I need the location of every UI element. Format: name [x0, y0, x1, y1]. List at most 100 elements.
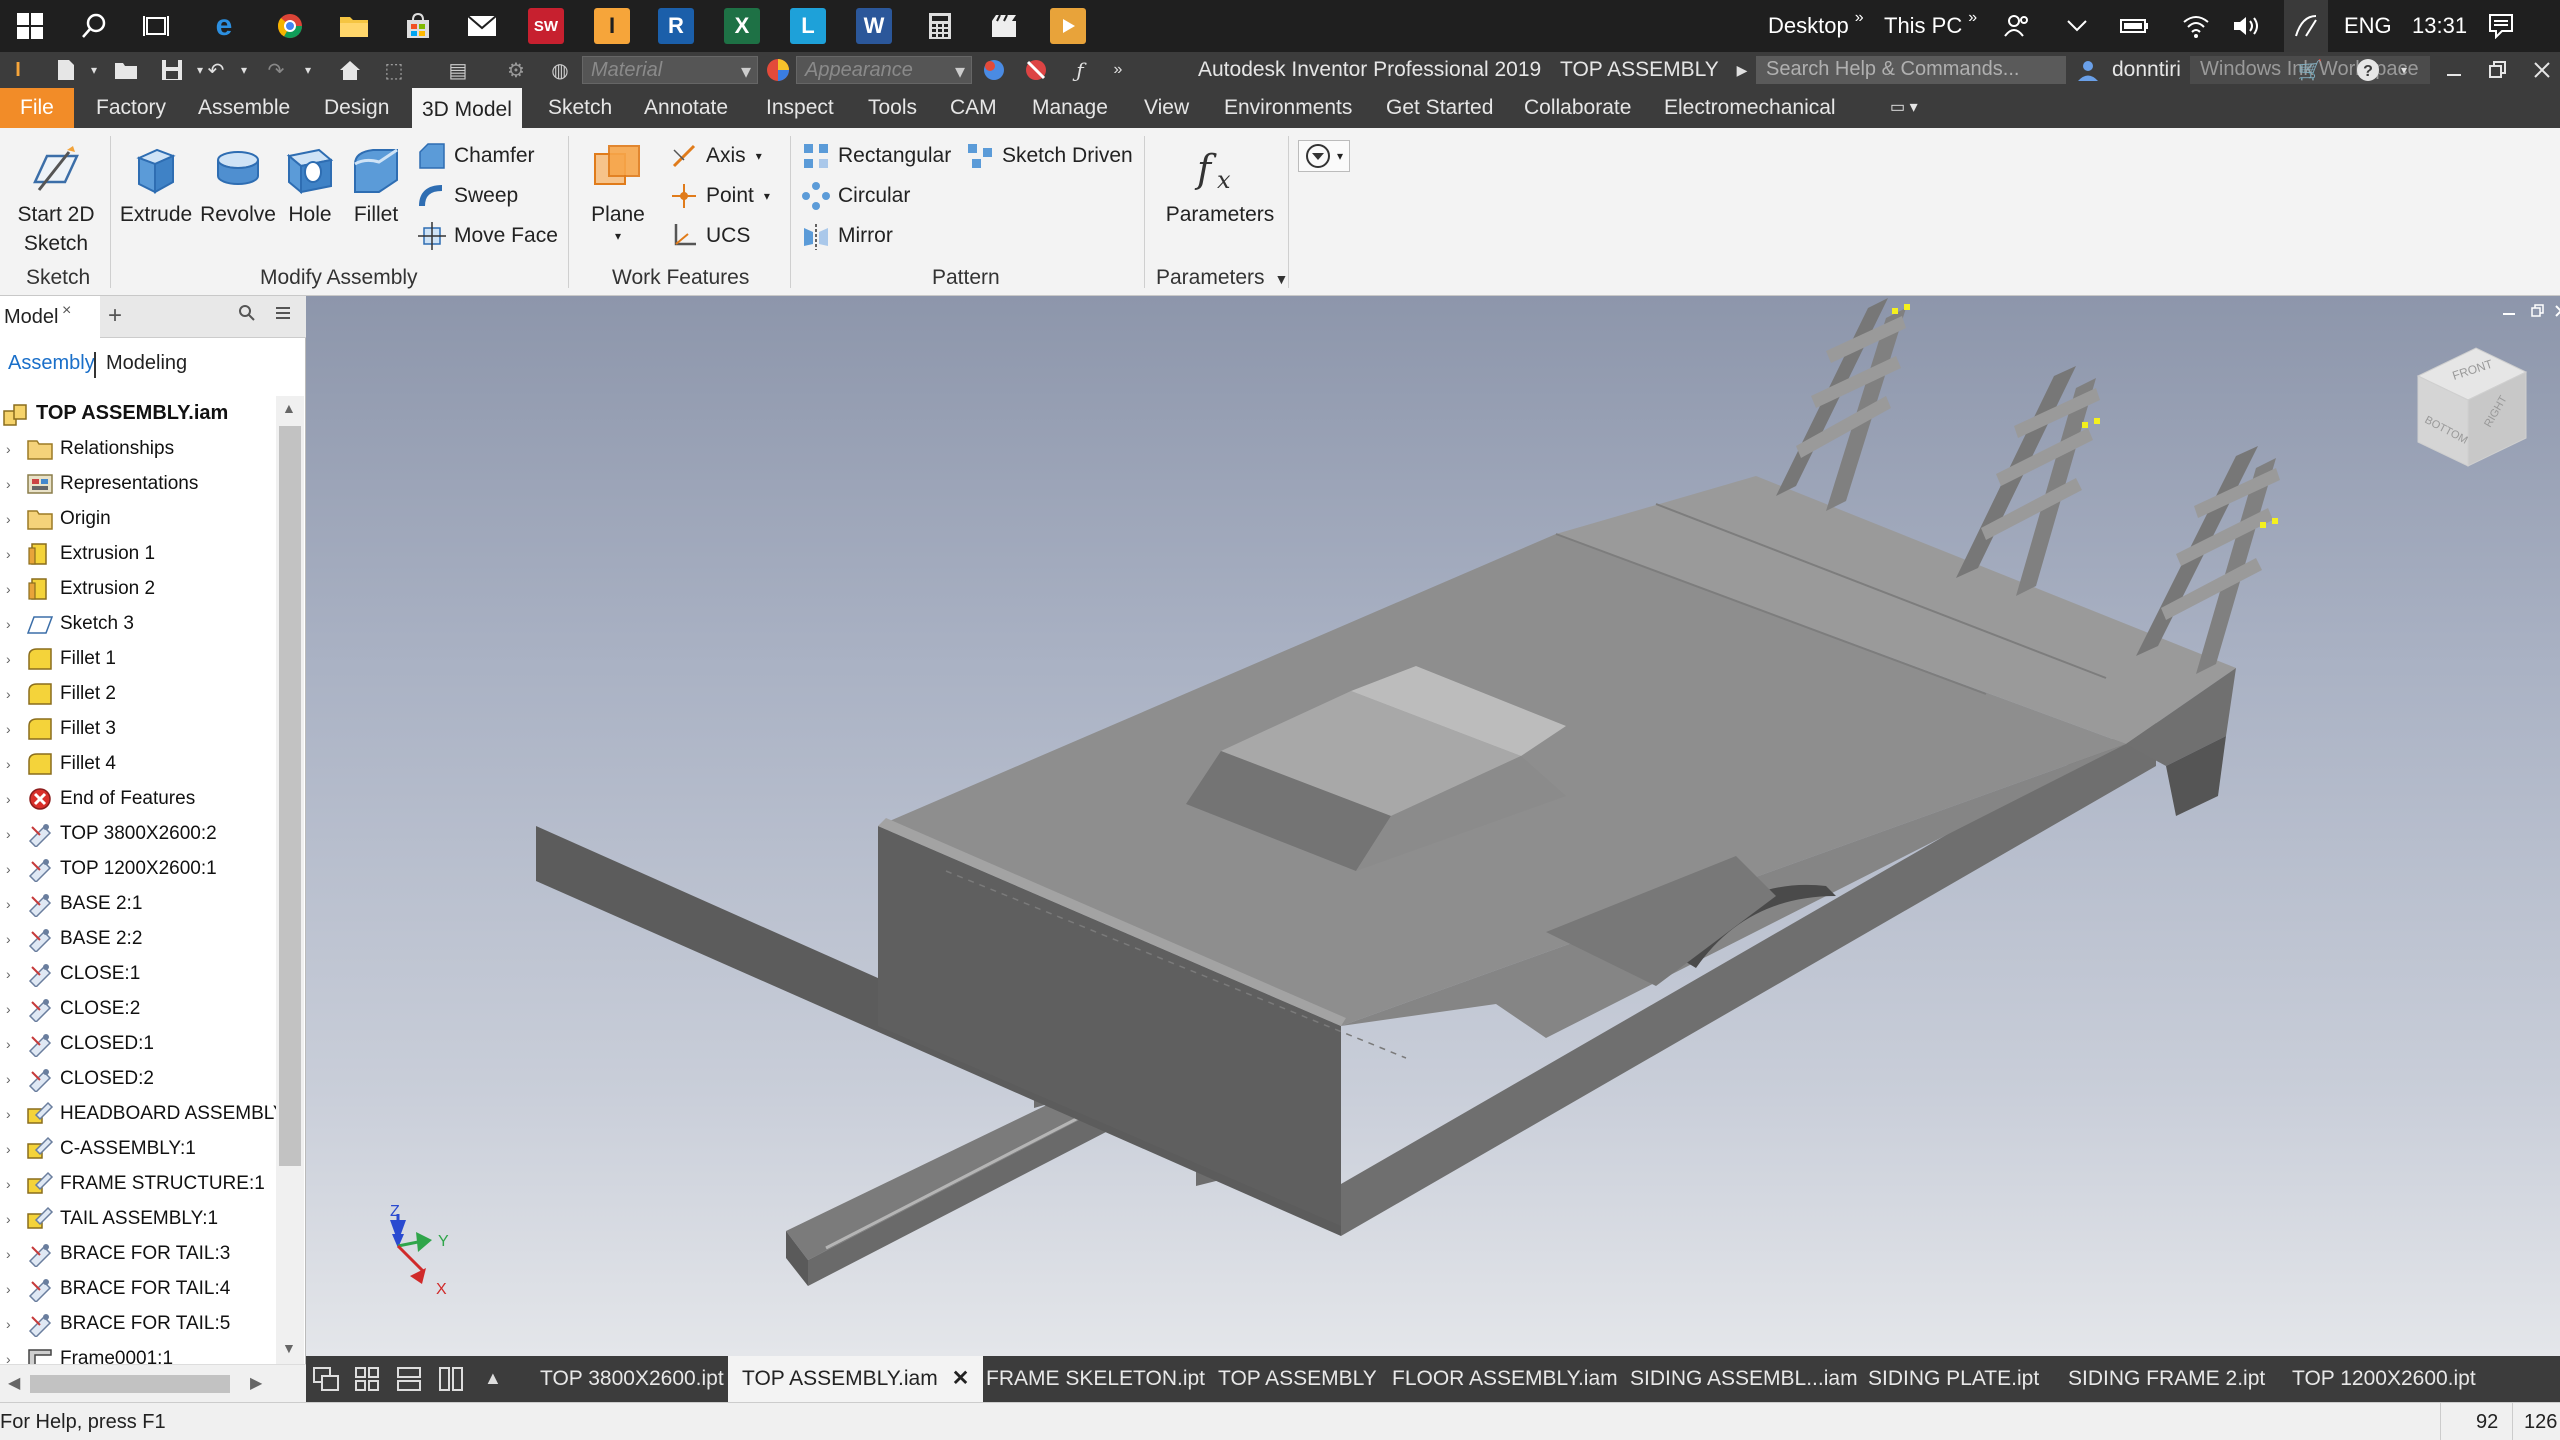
tab-collaborate[interactable]: Collaborate: [1514, 88, 1641, 128]
windows-ink-icon[interactable]: [2284, 0, 2328, 52]
chamfer-button[interactable]: Chamfer: [418, 142, 535, 170]
parameters-button[interactable]: fx Parameters: [1160, 142, 1280, 229]
tree-item[interactable]: › Extrusion 2: [0, 571, 155, 606]
help-search-input[interactable]: Search Help & Commands...: [1756, 56, 2066, 84]
expand-chevron-icon[interactable]: ›: [6, 546, 20, 562]
caret-up-icon[interactable]: ▲: [484, 1368, 502, 1389]
viewcube[interactable]: FRONT BOTTOM RIGHT: [2416, 347, 2528, 467]
expand-chevron-icon[interactable]: ›: [6, 1036, 20, 1052]
doc-tab[interactable]: TOP ASSEMBLY: [1204, 1356, 1391, 1402]
doc-tab[interactable]: TOP 3800X2600.ipt: [526, 1356, 738, 1402]
calculator-icon[interactable]: [922, 8, 958, 44]
user-name[interactable]: donntiri: [2112, 58, 2192, 82]
adjust-appearance-icon[interactable]: [980, 57, 1008, 83]
tab-tools[interactable]: Tools: [858, 88, 927, 128]
tree-item[interactable]: › Fillet 1: [0, 641, 116, 676]
undo-icon[interactable]: ↶: [202, 57, 230, 83]
tree-item[interactable]: › BRACE FOR TAIL:3: [0, 1236, 230, 1271]
point-button[interactable]: Point ▾: [670, 182, 770, 210]
new-file-icon[interactable]: [52, 57, 80, 83]
expand-chevron-icon[interactable]: ›: [6, 1176, 20, 1192]
revit-icon[interactable]: R: [658, 8, 694, 44]
tree-item[interactable]: › Origin: [0, 501, 111, 536]
revolve-button[interactable]: Revolve: [196, 142, 280, 229]
task-view-icon[interactable]: [138, 8, 174, 44]
tab-electromechanical[interactable]: Electromechanical: [1654, 88, 1846, 128]
tile-windows-icon[interactable]: [354, 1366, 380, 1397]
tree-item[interactable]: › Fillet 3: [0, 711, 116, 746]
tree-item[interactable]: › Extrusion 1: [0, 536, 155, 571]
search-icon[interactable]: [76, 8, 112, 44]
excel-icon[interactable]: X: [724, 8, 760, 44]
doc-tab[interactable]: SIDING PLATE.ipt: [1854, 1356, 2053, 1402]
tree-item[interactable]: › TAIL ASSEMBLY:1: [0, 1201, 218, 1236]
inventor-taskbar-icon[interactable]: I: [594, 8, 630, 44]
thispc-toolbar[interactable]: This PC »: [1884, 0, 1977, 52]
tree-item[interactable]: › BASE 2:2: [0, 921, 142, 956]
expand-chevron-icon[interactable]: ›: [6, 791, 20, 807]
tree-item[interactable]: › TOP 1200X2600:1: [0, 851, 217, 886]
scroll-up-icon[interactable]: ▲: [282, 400, 296, 416]
tab-environments[interactable]: Environments: [1214, 88, 1362, 128]
tab-file[interactable]: File: [0, 88, 74, 128]
tab-3d-model[interactable]: 3D Model: [412, 88, 522, 128]
tree-root[interactable]: TOP ASSEMBLY.iam: [0, 396, 228, 431]
chevron-down-icon[interactable]: ▾: [80, 57, 108, 83]
expand-chevron-icon[interactable]: ›: [6, 1351, 20, 1365]
start-2d-sketch-button[interactable]: Start 2D Sketch: [8, 142, 104, 258]
home-icon[interactable]: [336, 57, 364, 83]
tree-item[interactable]: › CLOSED:2: [0, 1061, 154, 1096]
chevron-down-icon[interactable]: ▾: [294, 57, 322, 83]
expand-chevron-icon[interactable]: ›: [6, 616, 20, 632]
browser-horizontal-scrollbar[interactable]: ◀ ▶: [0, 1364, 306, 1402]
material-dropdown[interactable]: Material ▾: [582, 56, 758, 84]
modeling-view-link[interactable]: Modeling: [106, 352, 187, 375]
select-filter-icon[interactable]: ▤: [444, 57, 472, 83]
scrollbar-thumb[interactable]: [279, 426, 301, 1166]
axis-button[interactable]: Axis ▾: [670, 142, 762, 170]
scroll-down-icon[interactable]: ▼: [282, 1340, 296, 1356]
rectangular-pattern-button[interactable]: Rectangular: [802, 142, 951, 170]
doc-tab[interactable]: TOP 1200X2600.ipt: [2278, 1356, 2490, 1402]
panel-options-button[interactable]: ▾: [1298, 140, 1351, 172]
graphics-viewport[interactable]: FRONT BOTTOM RIGHT Z Y X: [306, 296, 2560, 1356]
tree-item[interactable]: › HEADBOARD ASSEMBLY:: [0, 1096, 276, 1131]
tab-assemble[interactable]: Assemble: [188, 88, 300, 128]
sweep-button[interactable]: Sweep: [418, 182, 518, 210]
circular-pattern-button[interactable]: Circular: [802, 182, 910, 210]
tab-view[interactable]: View: [1134, 88, 1199, 128]
word-icon[interactable]: W: [856, 8, 892, 44]
tree-item[interactable]: › BASE 2:1: [0, 886, 142, 921]
action-center-icon[interactable]: [2488, 0, 2518, 52]
tab-factory[interactable]: Factory: [86, 88, 176, 128]
movie-maker-icon[interactable]: [986, 8, 1022, 44]
expand-chevron-icon[interactable]: ›: [6, 651, 20, 667]
menu-icon[interactable]: [274, 304, 292, 327]
tile-horizontal-icon[interactable]: [396, 1366, 422, 1397]
trailer-model[interactable]: FRONT BOTTOM RIGHT Z Y X: [306, 296, 2560, 1356]
tree-item[interactable]: › BRACE FOR TAIL:5: [0, 1306, 230, 1341]
save-icon[interactable]: [158, 57, 186, 83]
expand-chevron-icon[interactable]: ›: [6, 476, 20, 492]
chrome-icon[interactable]: [272, 8, 308, 44]
expand-chevron-icon[interactable]: ›: [6, 1141, 20, 1157]
tree-item[interactable]: › CLOSE:1: [0, 956, 140, 991]
tab-annotate[interactable]: Annotate: [634, 88, 738, 128]
assembly-view-link[interactable]: Assembly: [8, 352, 95, 375]
close-icon[interactable]: ✕: [952, 1367, 970, 1390]
tree-item[interactable]: › FRAME STRUCTURE:1: [0, 1166, 265, 1201]
doc-tab[interactable]: FRAME SKELETON.ipt: [972, 1356, 1219, 1402]
language-indicator[interactable]: ENG: [2344, 0, 2392, 52]
volume-icon[interactable]: [2232, 0, 2264, 52]
customize-qat-icon[interactable]: »: [1104, 57, 1132, 83]
browser-scrollbar[interactable]: ▲ ▼: [276, 396, 304, 1364]
expand-chevron-icon[interactable]: ›: [6, 721, 20, 737]
tab-design[interactable]: Design: [314, 88, 399, 128]
expand-chevron-icon[interactable]: ›: [6, 511, 20, 527]
doc-tab[interactable]: SIDING FRAME 2.ipt: [2054, 1356, 2279, 1402]
tree-item[interactable]: › BRACE FOR TAIL:4: [0, 1271, 230, 1306]
tree-item[interactable]: › Fillet 2: [0, 676, 116, 711]
windows-start-icon[interactable]: [12, 8, 48, 44]
tree-item[interactable]: › TOP 3800X2600:2: [0, 816, 217, 851]
open-folder-icon[interactable]: [112, 57, 140, 83]
